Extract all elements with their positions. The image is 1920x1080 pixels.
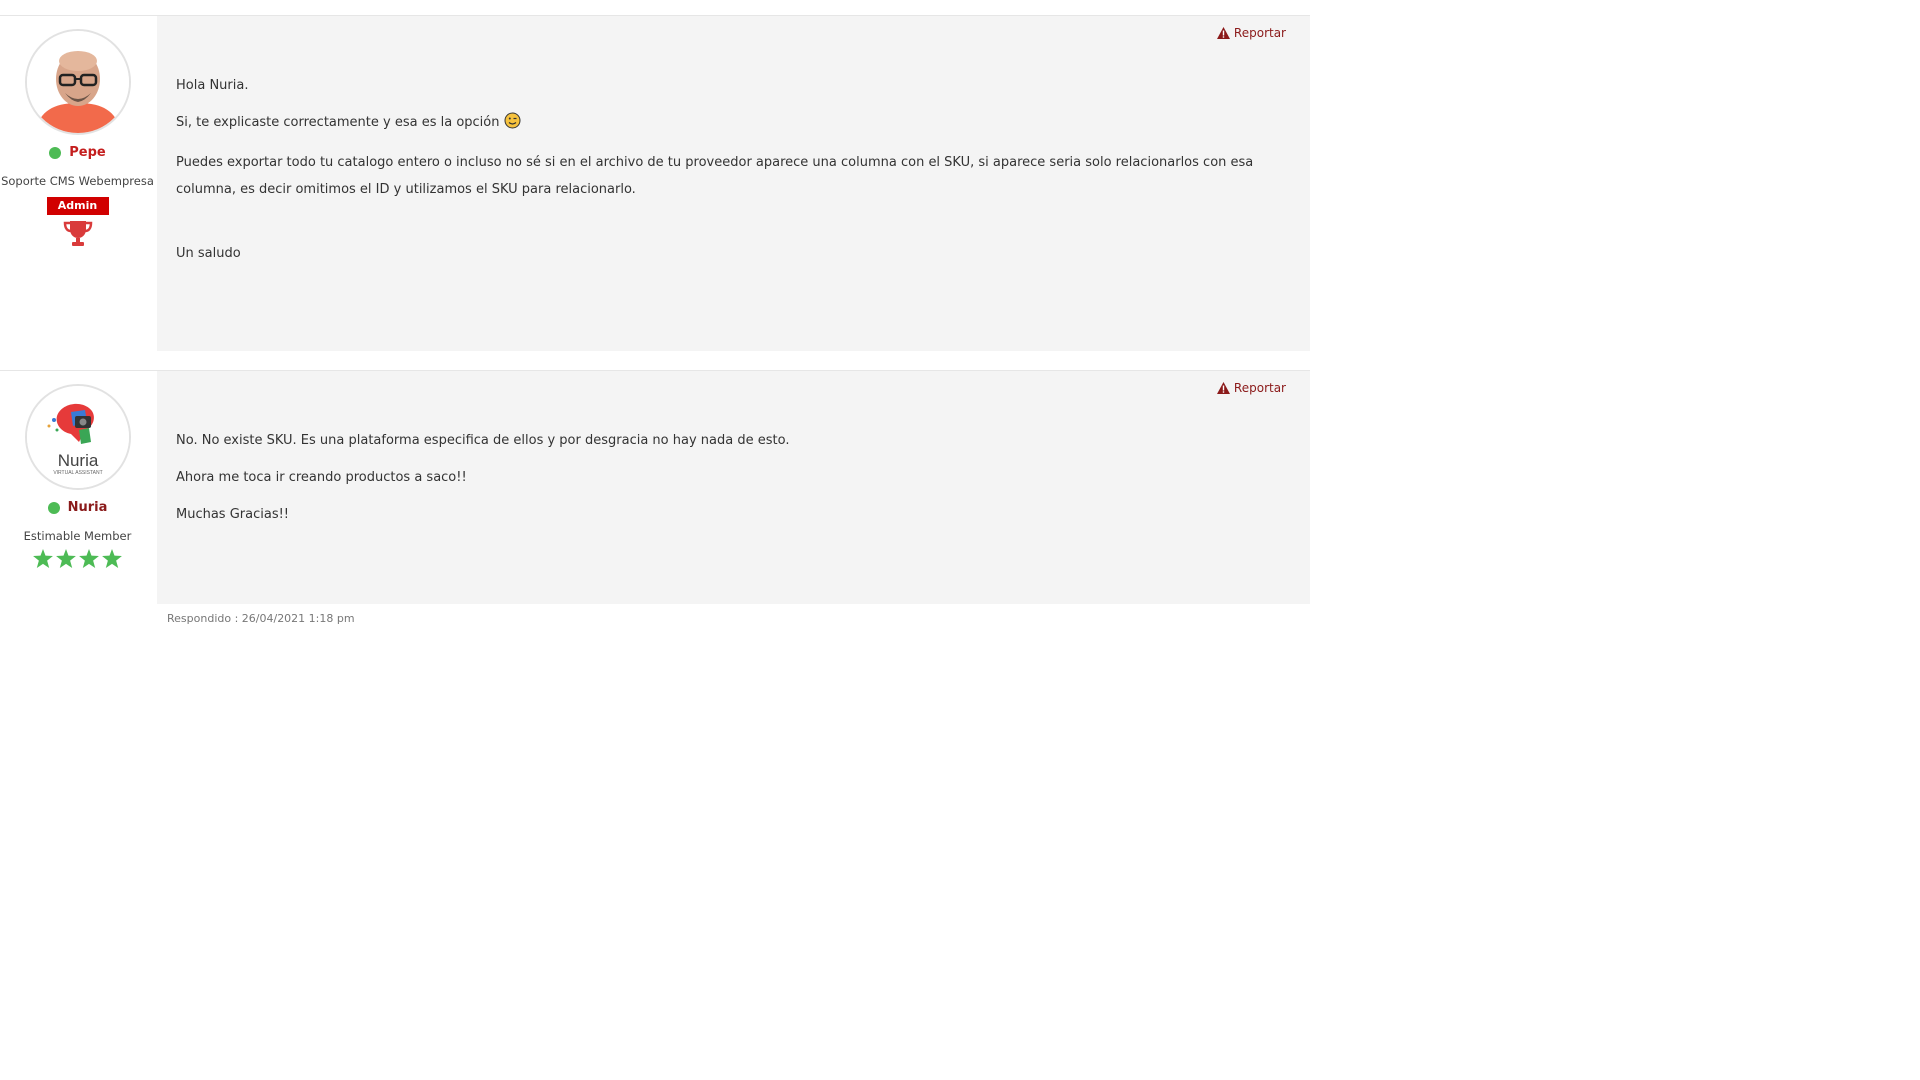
- forum-post: Nuria VIRTUAL ASSISTANT Nuria Estimable …: [0, 370, 1310, 604]
- warning-icon: [1216, 382, 1230, 394]
- avatar-subtext: VIRTUAL ASSISTANT: [53, 470, 102, 476]
- avatar[interactable]: [24, 29, 131, 135]
- post-content: Reportar No. No existe SKU. Es una plata…: [157, 371, 1310, 604]
- author-title: Estimable Member: [23, 529, 132, 543]
- avatar[interactable]: Nuria VIRTUAL ASSISTANT: [24, 384, 131, 490]
- star-icon: [102, 549, 122, 568]
- post-paragraph: Ahora me toca ir creando productos a sac…: [176, 470, 467, 485]
- post-author-panel: Pepe Soporte CMS Webempresa Admin: [0, 16, 155, 351]
- reply-timestamp: Respondido : 26/04/2021 1:18 pm: [167, 612, 355, 625]
- rank-stars: [0, 549, 155, 568]
- warning-icon: [1216, 27, 1230, 39]
- author-title: Soporte CMS Webempresa: [1, 174, 154, 188]
- post-content: Reportar Hola Nuria. Si, te explicaste c…: [157, 16, 1310, 351]
- report-button[interactable]: Reportar: [1216, 26, 1286, 40]
- star-icon: [33, 549, 53, 568]
- post-paragraph: Hola Nuria.: [176, 78, 249, 93]
- author-name-row: Pepe: [0, 145, 155, 160]
- post-paragraph: Puedes exportar todo tu catalogo entero …: [176, 155, 1254, 197]
- report-label: Reportar: [1233, 26, 1286, 40]
- post-author-panel: Nuria VIRTUAL ASSISTANT Nuria Estimable …: [0, 371, 155, 604]
- post-paragraph: No. No existe SKU. Es una plataforma esp…: [176, 433, 790, 448]
- post-paragraph: Muchas Gracias!!: [176, 507, 290, 522]
- star-icon: [79, 549, 99, 568]
- winking-face-icon: [504, 112, 521, 139]
- post-body: No. No existe SKU. Es una plataforma esp…: [176, 427, 1290, 538]
- post-paragraph-with-emoji: Si, te explicaste correctamente y esa es…: [176, 109, 1290, 139]
- avatar-text: Nuria: [57, 451, 98, 470]
- forum-post: Pepe Soporte CMS Webempresa Admin Report…: [0, 15, 1310, 351]
- online-status-icon: [49, 146, 62, 159]
- online-status-icon: [47, 501, 60, 514]
- admin-badge: Admin: [46, 197, 109, 215]
- post-paragraph: Si, te explicaste correctamente y esa es…: [176, 115, 500, 130]
- author-name-row: Nuria: [0, 500, 155, 515]
- author-name[interactable]: Pepe: [69, 145, 105, 160]
- post-body: Hola Nuria. Si, te explicaste correctame…: [176, 72, 1290, 277]
- trophy-icon: [0, 219, 155, 251]
- post-paragraph: Un saludo: [176, 246, 241, 261]
- report-label: Reportar: [1233, 381, 1286, 395]
- author-name[interactable]: Nuria: [68, 500, 108, 515]
- star-icon: [56, 549, 76, 568]
- report-button[interactable]: Reportar: [1216, 381, 1286, 395]
